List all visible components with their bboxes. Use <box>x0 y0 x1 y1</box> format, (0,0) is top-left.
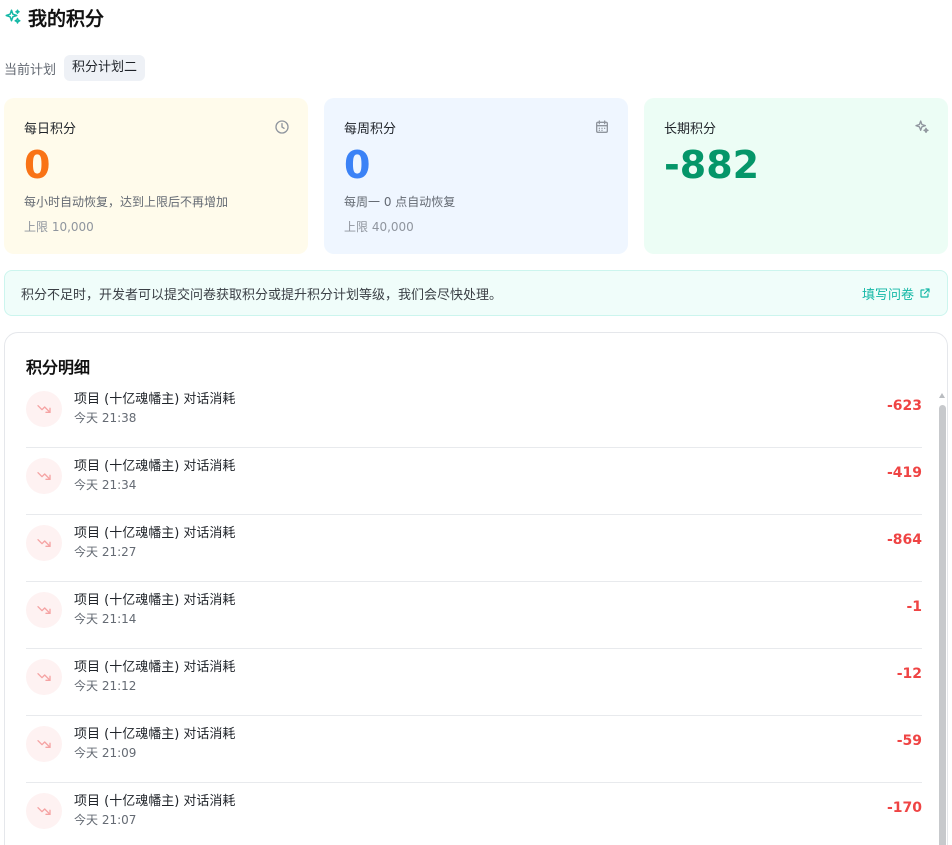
trend-down-badge <box>26 725 62 762</box>
row-text: 项目 (十亿魂幡主) 对话消耗 今天 21:27 <box>74 525 235 561</box>
weekly-points-title: 每周积分 <box>344 122 397 137</box>
trend-down-icon <box>37 806 51 815</box>
row-text: 项目 (十亿魂幡主) 对话消耗 今天 21:09 <box>74 726 235 762</box>
survey-link-label: 填写问卷 <box>861 287 914 303</box>
trend-down-badge <box>26 457 62 494</box>
daily-points-value: 0 <box>24 143 51 187</box>
trend-down-icon <box>37 605 51 614</box>
page-header: 我的积分 <box>4 4 104 30</box>
trend-down-icon <box>37 471 51 480</box>
row-name: 项目 (十亿魂幡主) 对话消耗 <box>74 592 236 608</box>
daily-points-limit: 上限 10,000 <box>24 220 94 234</box>
trend-down-badge <box>26 390 62 427</box>
row-name: 项目 (十亿魂幡主) 对话消耗 <box>74 793 236 809</box>
notice-banner: 积分不足时，开发者可以提交问卷获取积分或提升积分计划等级，我们会尽快处理。 填写… <box>4 270 948 316</box>
row-time: 今天 21:14 <box>74 611 137 626</box>
weekly-points-limit: 上限 40,000 <box>344 220 414 234</box>
points-detail-row: 项目 (十亿魂幡主) 对话消耗 今天 21:07 -170 <box>26 783 922 845</box>
points-cards: 每日积分 0 每小时自动恢复，达到上限后不再增加 上限 10,000 每周积分 … <box>4 98 948 254</box>
scrollbar[interactable] <box>939 393 946 845</box>
sparkle-icon <box>915 120 929 133</box>
trend-down-badge <box>26 792 62 829</box>
row-name: 项目 (十亿魂幡主) 对话消耗 <box>74 726 236 742</box>
trend-down-badge <box>26 591 62 628</box>
trend-down-badge <box>26 658 62 695</box>
row-time: 今天 21:07 <box>74 812 137 827</box>
weekly-points-desc: 每周一 0 点自动恢复 <box>344 195 456 209</box>
row-amount: -170 <box>886 800 922 816</box>
notice-message: 积分不足时，开发者可以提交问卷获取积分或提升积分计划等级，我们会尽快处理。 <box>21 287 503 303</box>
points-detail-panel: 积分明细 项目 (十亿魂幡主) 对话消耗 今天 21:38 -623 项目 (十亿魂幡… <box>4 332 948 845</box>
row-time: 今天 21:38 <box>74 410 137 425</box>
scrollbar-thumb[interactable] <box>939 405 946 845</box>
points-detail-title: 积分明细 <box>26 358 91 377</box>
daily-points-title: 每日积分 <box>24 122 77 137</box>
row-amount: -1 <box>906 599 922 615</box>
row-time: 今天 21:34 <box>74 477 137 492</box>
page-title: 我的积分 <box>28 7 105 30</box>
row-amount: -864 <box>886 532 922 548</box>
calendar-icon <box>596 120 608 133</box>
row-text: 项目 (十亿魂幡主) 对话消耗 今天 21:12 <box>74 659 235 695</box>
points-detail-row: 项目 (十亿魂幡主) 对话消耗 今天 21:09 -59 <box>26 716 922 783</box>
row-name: 项目 (十亿魂幡主) 对话消耗 <box>74 458 236 474</box>
row-time: 今天 21:09 <box>74 745 137 760</box>
trend-down-icon <box>37 672 51 681</box>
row-amount: -419 <box>886 465 922 481</box>
sparkle-icon <box>5 9 21 24</box>
row-name: 项目 (十亿魂幡主) 对话消耗 <box>74 525 236 541</box>
row-amount: -623 <box>886 398 922 414</box>
daily-points-desc: 每小时自动恢复，达到上限后不再增加 <box>24 195 229 209</box>
weekly-points-value: 0 <box>344 143 371 187</box>
daily-points-card: 每日积分 0 每小时自动恢复，达到上限后不再增加 上限 10,000 <box>4 98 308 254</box>
row-time: 今天 21:27 <box>74 544 137 559</box>
row-text: 项目 (十亿魂幡主) 对话消耗 今天 21:38 <box>74 391 235 427</box>
row-amount: -59 <box>896 733 922 749</box>
trend-down-icon <box>37 404 51 413</box>
clock-icon <box>275 120 289 134</box>
points-detail-row: 项目 (十亿魂幡主) 对话消耗 今天 21:38 -623 <box>26 381 922 448</box>
points-detail-row: 项目 (十亿魂幡主) 对话消耗 今天 21:27 -864 <box>26 515 922 582</box>
row-name: 项目 (十亿魂幡主) 对话消耗 <box>74 659 236 675</box>
points-detail-row: 项目 (十亿魂幡主) 对话消耗 今天 21:12 -12 <box>26 649 922 716</box>
row-text: 项目 (十亿魂幡主) 对话消耗 今天 21:07 <box>74 793 235 829</box>
plan-chip[interactable]: 积分计划二 <box>64 55 146 81</box>
survey-link[interactable]: 填写问卷 <box>862 284 931 303</box>
long-term-points-card: 长期积分 -882 <box>644 98 948 254</box>
row-text: 项目 (十亿魂幡主) 对话消耗 今天 21:14 <box>74 592 235 628</box>
trend-down-icon <box>37 538 51 547</box>
row-amount: -12 <box>896 666 922 682</box>
current-plan: 当前计划 积分计划二 <box>4 55 146 81</box>
trend-down-badge <box>26 524 62 561</box>
external-link-icon <box>920 288 930 298</box>
row-text: 项目 (十亿魂幡主) 对话消耗 今天 21:34 <box>74 458 235 494</box>
points-detail-list: 项目 (十亿魂幡主) 对话消耗 今天 21:38 -623 项目 (十亿魂幡主) 对话… <box>26 381 922 845</box>
weekly-points-card: 每周积分 0 每周一 0 点自动恢复 上限 40,000 <box>324 98 628 254</box>
points-detail-row: 项目 (十亿魂幡主) 对话消耗 今天 21:14 -1 <box>26 582 922 649</box>
row-name: 项目 (十亿魂幡主) 对话消耗 <box>74 391 236 407</box>
scroll-up-arrow[interactable] <box>939 393 945 398</box>
row-time: 今天 21:12 <box>74 678 137 693</box>
trend-down-icon <box>37 739 51 748</box>
long-term-points-value: -882 <box>664 143 760 187</box>
current-plan-label: 当前计划 <box>4 62 57 78</box>
long-term-points-title: 长期积分 <box>664 122 717 137</box>
points-detail-row: 项目 (十亿魂幡主) 对话消耗 今天 21:34 -419 <box>26 448 922 515</box>
